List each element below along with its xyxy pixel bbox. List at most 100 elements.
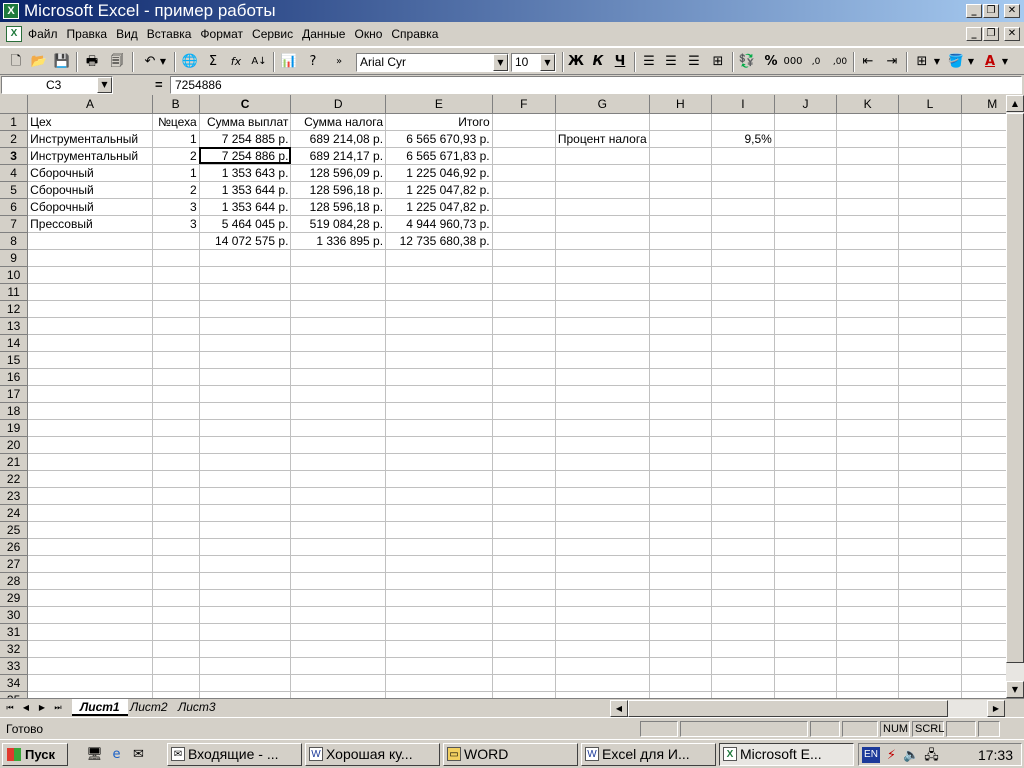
increase-indent-icon[interactable]: ⇥ [882, 52, 902, 72]
doc-minimize-button[interactable]: _ [966, 27, 982, 41]
cell-i3[interactable] [711, 147, 775, 165]
cell-c24[interactable] [199, 504, 292, 522]
cell-i29[interactable] [711, 589, 775, 607]
cell-f2[interactable] [492, 130, 556, 148]
cell-c12[interactable] [199, 300, 292, 318]
cell-a20[interactable] [27, 436, 153, 454]
cell-e28[interactable] [385, 572, 493, 590]
cell-i23[interactable] [711, 487, 775, 505]
cell-e34[interactable] [385, 674, 493, 692]
cell-j24[interactable] [774, 504, 838, 522]
cell-g30[interactable] [555, 606, 650, 624]
cell-h33[interactable] [649, 657, 712, 675]
cell-j4[interactable] [774, 164, 838, 182]
cell-e5[interactable]: 1 225 047,82 р. [385, 181, 493, 199]
scroll-thumb[interactable] [1006, 113, 1024, 663]
cell-j22[interactable] [774, 470, 838, 488]
cell-d7[interactable]: 519 084,28 р. [290, 215, 387, 233]
cell-c2[interactable]: 7 254 885 р. [199, 130, 292, 148]
font-color-dropdown-icon[interactable]: ▼ [1000, 52, 1010, 72]
cell-i30[interactable] [711, 606, 775, 624]
cell-g13[interactable] [555, 317, 650, 335]
cell-e13[interactable] [385, 317, 493, 335]
cell-j3[interactable] [774, 147, 838, 165]
network-icon[interactable]: 🖧 [923, 747, 940, 764]
cell-b25[interactable] [152, 521, 200, 539]
row-header[interactable]: 13 [0, 317, 29, 335]
cell-j32[interactable] [774, 640, 838, 658]
cell-b20[interactable] [152, 436, 200, 454]
cell-h26[interactable] [649, 538, 712, 556]
row-header[interactable]: 10 [0, 266, 29, 284]
cell-i1[interactable] [711, 113, 775, 131]
language-indicator[interactable]: EN [862, 747, 880, 763]
cell-c28[interactable] [199, 572, 292, 590]
thousands-format-button[interactable]: 000 [783, 52, 803, 72]
column-header-i[interactable]: I [711, 95, 775, 114]
cell-g24[interactable] [555, 504, 650, 522]
cell-l19[interactable] [898, 419, 962, 437]
cell-f4[interactable] [492, 164, 556, 182]
column-header-d[interactable]: D [290, 95, 387, 114]
cell-e4[interactable]: 1 225 046,92 р. [385, 164, 493, 182]
cell-d31[interactable] [290, 623, 387, 641]
cell-j1[interactable] [774, 113, 838, 131]
cell-h4[interactable] [649, 164, 712, 182]
cell-b9[interactable] [152, 249, 200, 267]
cell-g4[interactable] [555, 164, 650, 182]
cell-g28[interactable] [555, 572, 650, 590]
cell-b12[interactable] [152, 300, 200, 318]
cell-h7[interactable] [649, 215, 712, 233]
cell-k4[interactable] [836, 164, 900, 182]
cell-a5[interactable]: Сборочный [27, 181, 153, 199]
cell-h15[interactable] [649, 351, 712, 369]
cell-g32[interactable] [555, 640, 650, 658]
cell-f5[interactable] [492, 181, 556, 199]
cell-l32[interactable] [898, 640, 962, 658]
cell-h23[interactable] [649, 487, 712, 505]
cell-i33[interactable] [711, 657, 775, 675]
outlook-express-icon[interactable]: ✉ [130, 746, 147, 763]
cell-f7[interactable] [492, 215, 556, 233]
cell-g22[interactable] [555, 470, 650, 488]
cell-l35[interactable] [898, 691, 962, 698]
cell-b28[interactable] [152, 572, 200, 590]
cell-h10[interactable] [649, 266, 712, 284]
row-header[interactable]: 28 [0, 572, 29, 590]
cell-d10[interactable] [290, 266, 387, 284]
undo-dropdown-icon[interactable]: ▼ [158, 52, 168, 72]
cell-e22[interactable] [385, 470, 493, 488]
cell-l25[interactable] [898, 521, 962, 539]
scroll-left-icon[interactable]: ◀ [610, 700, 628, 717]
taskbar-button-inbox[interactable]: ✉ Входящие - ... [167, 743, 302, 766]
antivirus-icon[interactable]: ⚡ [883, 747, 900, 764]
cell-h20[interactable] [649, 436, 712, 454]
row-header[interactable]: 24 [0, 504, 29, 522]
menu-tools[interactable]: Сервис [252, 27, 293, 41]
cell-e14[interactable] [385, 334, 493, 352]
cell-d13[interactable] [290, 317, 387, 335]
row-header[interactable]: 27 [0, 555, 29, 573]
cell-g25[interactable] [555, 521, 650, 539]
minimize-button[interactable]: _ [966, 4, 982, 18]
row-header[interactable]: 17 [0, 385, 29, 403]
cell-e33[interactable] [385, 657, 493, 675]
row-header[interactable]: 19 [0, 419, 29, 437]
hyperlink-icon[interactable]: 🌐 [180, 52, 200, 72]
cell-f25[interactable] [492, 521, 556, 539]
cell-c34[interactable] [199, 674, 292, 692]
cell-g7[interactable] [555, 215, 650, 233]
cell-l10[interactable] [898, 266, 962, 284]
cell-d23[interactable] [290, 487, 387, 505]
cell-c26[interactable] [199, 538, 292, 556]
cell-g6[interactable] [555, 198, 650, 216]
formula-input[interactable]: 7254886 [170, 76, 1022, 94]
cell-b32[interactable] [152, 640, 200, 658]
cell-h17[interactable] [649, 385, 712, 403]
cell-f35[interactable] [492, 691, 556, 698]
cell-e1[interactable]: Итого [385, 113, 493, 131]
excel-app-icon[interactable]: X [3, 3, 19, 19]
row-header[interactable]: 18 [0, 402, 29, 420]
cell-c10[interactable] [199, 266, 292, 284]
cell-b21[interactable] [152, 453, 200, 471]
